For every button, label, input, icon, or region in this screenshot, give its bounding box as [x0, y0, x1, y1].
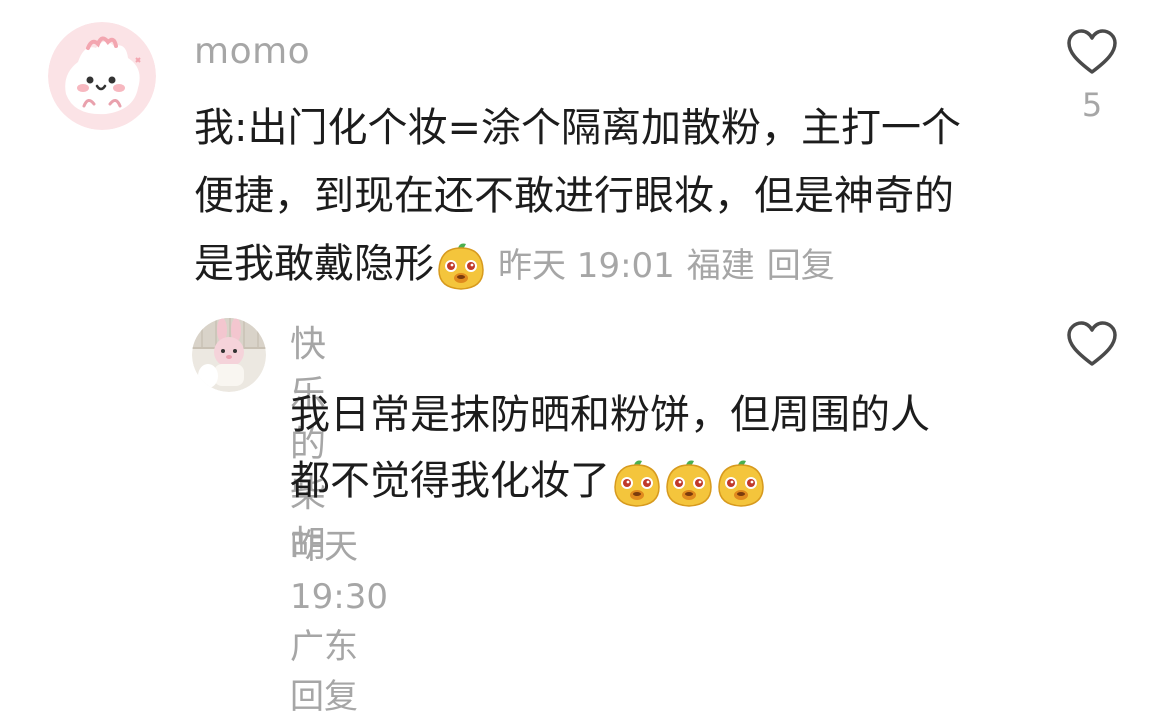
comment-text-line: 是我敢戴隐形: [194, 241, 434, 287]
comment-time: 昨天 19:01: [498, 246, 675, 286]
comment-location: 广东: [290, 627, 358, 667]
comment-text-line: 我:出门化个妆=涂个隔离加散粉，主打一个: [194, 105, 961, 151]
duck-emoji: [664, 457, 714, 509]
like-count: 5: [1081, 86, 1103, 124]
reply-button[interactable]: 回复: [290, 677, 358, 717]
avatar[interactable]: [48, 22, 156, 130]
like-button[interactable]: [1062, 320, 1122, 368]
comment-text-line: 便捷，到现在还不敢进行眼妆，但是神奇的: [194, 173, 954, 219]
like-button[interactable]: 5: [1062, 28, 1122, 124]
comment-meta: 昨天 19:01 福建 回复: [498, 246, 835, 286]
comment-time: 昨天 19:30: [290, 527, 388, 617]
duck-emoji: [612, 457, 662, 509]
comment-text[interactable]: 我日常是抹防晒和粉饼，但周围的人 都不觉得我化妆了: [290, 382, 1030, 514]
duck-emoji: [436, 240, 486, 292]
comment-author[interactable]: momo: [194, 28, 310, 76]
reply-button[interactable]: 回复: [767, 246, 835, 286]
comment-text-line: 我日常是抹防晒和粉饼，但周围的人: [290, 392, 930, 438]
avatar[interactable]: [192, 318, 266, 392]
heart-icon: [1067, 29, 1117, 74]
comment-last-line: 都不觉得我化妆了: [290, 448, 1030, 514]
comment-meta: 昨天 19:30 广东回复: [290, 522, 400, 722]
comment-text[interactable]: 我:出门化个妆=涂个隔离加散粉，主打一个 便捷，到现在还不敢进行眼妆，但是神奇的…: [194, 94, 1024, 300]
comment-last-line: 是我敢戴隐形 昨天 19:01 福建 回复: [194, 230, 1024, 300]
comment-location: 福建: [686, 246, 755, 286]
comment-text-line: 都不觉得我化妆了: [290, 458, 610, 504]
duck-emoji: [716, 457, 766, 509]
heart-icon: [1067, 321, 1117, 366]
